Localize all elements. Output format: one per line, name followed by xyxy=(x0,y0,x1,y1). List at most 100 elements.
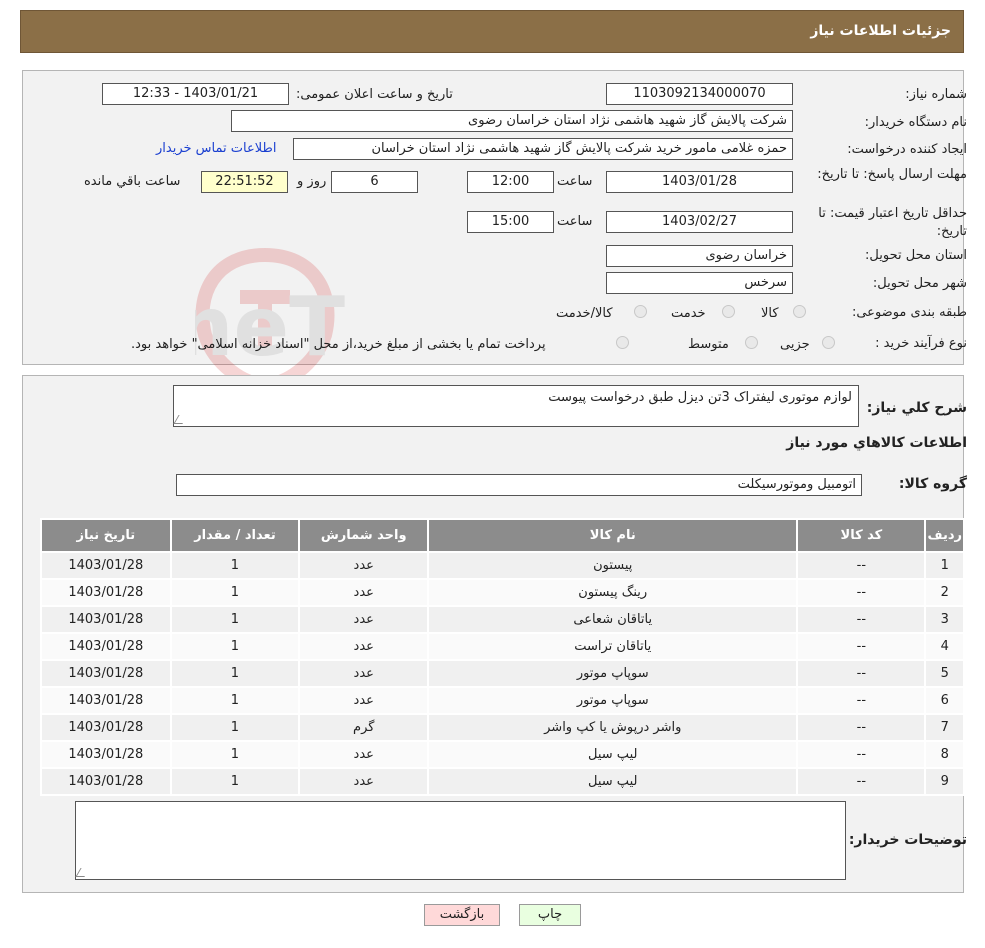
cell-code: -- xyxy=(796,605,927,634)
cell-row: 6 xyxy=(924,686,965,715)
price-date-field: 1403/02/27 xyxy=(606,211,793,233)
process-option-minor: جزیی xyxy=(780,337,810,352)
cell-code: -- xyxy=(796,551,927,580)
table-row: 7 -- واشر درپوش یا کپ واشر گرم 1 1403/01… xyxy=(40,713,965,742)
buyer-org-field: شرکت پالایش گاز شهید هاشمی نژاد استان خر… xyxy=(231,110,793,132)
process-radio-medium[interactable] xyxy=(745,336,758,349)
cell-row: 7 xyxy=(924,713,965,742)
col-date-header: تاریخ نیاز xyxy=(40,518,172,553)
back-button[interactable]: بازگشت xyxy=(424,904,500,926)
table-row: 5 -- سوپاپ موتور عدد 1 1403/01/28 xyxy=(40,659,965,688)
category-option-service: خدمت xyxy=(671,306,706,321)
cell-row: 5 xyxy=(924,659,965,688)
category-radio-service[interactable] xyxy=(722,305,735,318)
cell-qty: 1 xyxy=(169,740,301,769)
requester-field: حمزه غلامی مامور خرید شرکت پالایش گاز شه… xyxy=(293,138,793,160)
cell-name: پیستون xyxy=(427,551,799,580)
cell-row: 2 xyxy=(924,578,965,607)
cell-name: واشر درپوش یا کپ واشر xyxy=(427,713,799,742)
col-code-header: کد کالا xyxy=(796,518,927,553)
cell-date: 1403/01/28 xyxy=(40,740,172,769)
cell-row: 9 xyxy=(924,767,965,796)
col-row-header: ردیف xyxy=(924,518,965,553)
col-qty-header: تعداد / مقدار xyxy=(169,518,301,553)
buyer-org-label: نام دستگاه خریدار: xyxy=(864,115,967,130)
remaining-label: ساعت باقي مانده xyxy=(84,174,181,189)
cell-code: -- xyxy=(796,767,927,796)
summary-text: لوازم موتوری لیفتراک 3تن دیزل طبق درخواس… xyxy=(548,390,852,405)
table-header-row: ردیف کد کالا نام کالا واحد شمارش تعداد /… xyxy=(40,518,965,553)
category-radio-goods[interactable] xyxy=(793,305,806,318)
cell-name: سوپاپ موتور xyxy=(427,659,799,688)
table-row: 9 -- لیپ سیل عدد 1 1403/01/28 xyxy=(40,767,965,796)
cell-code: -- xyxy=(796,632,927,661)
page-title: جزئیات اطلاعات نیاز xyxy=(810,23,951,39)
cell-qty: 1 xyxy=(169,659,301,688)
cell-code: -- xyxy=(796,713,927,742)
summary-textarea[interactable]: لوازم موتوری لیفتراک 3تن دیزل طبق درخواس… xyxy=(173,385,859,427)
print-button[interactable]: چاپ xyxy=(519,904,581,926)
remaining-time-field: 22:51:52 xyxy=(201,171,288,193)
process-radio-minor[interactable] xyxy=(822,336,835,349)
cell-qty: 1 xyxy=(169,767,301,796)
reply-deadline-label: مهلت ارسال پاسخ: تا تاریخ: xyxy=(817,167,967,182)
cell-row: 3 xyxy=(924,605,965,634)
cell-unit: عدد xyxy=(298,632,430,661)
province-field: خراسان رضوی xyxy=(606,245,793,267)
category-label: طبقه بندی موضوعی: xyxy=(851,305,967,320)
table-row: 8 -- لیپ سیل عدد 1 1403/01/28 xyxy=(40,740,965,769)
cell-unit: عدد xyxy=(298,551,430,580)
page-header: جزئیات اطلاعات نیاز xyxy=(20,10,964,53)
cell-unit: عدد xyxy=(298,659,430,688)
table-row: 2 -- رینگ پیستون عدد 1 1403/01/28 xyxy=(40,578,965,607)
cell-code: -- xyxy=(796,686,927,715)
cell-qty: 1 xyxy=(169,578,301,607)
cell-name: سوپاپ موتور xyxy=(427,686,799,715)
treasury-checkbox[interactable] xyxy=(616,336,629,349)
cell-date: 1403/01/28 xyxy=(40,767,172,796)
resize-grip-icon xyxy=(173,415,188,424)
cell-unit: عدد xyxy=(298,767,430,796)
table-row: 4 -- یاتاقان تراست عدد 1 1403/01/28 xyxy=(40,632,965,661)
cell-code: -- xyxy=(796,659,927,688)
cell-name: یاتاقان شعاعی xyxy=(427,605,799,634)
cell-code: -- xyxy=(796,578,927,607)
cell-qty: 1 xyxy=(169,605,301,634)
col-name-header: نام کالا xyxy=(427,518,799,553)
cell-row: 4 xyxy=(924,632,965,661)
category-radio-goods-service[interactable] xyxy=(634,305,647,318)
need-number-label: شماره نیاز: xyxy=(905,87,967,102)
reply-time-field: 12:00 xyxy=(467,171,554,193)
table-row: 6 -- سوپاپ موتور عدد 1 1403/01/28 xyxy=(40,686,965,715)
group-label: گروه کالا: xyxy=(898,476,967,492)
group-field: اتومبیل وموتورسیکلت xyxy=(176,474,862,496)
price-time-field: 15:00 xyxy=(467,211,554,233)
buyer-notes-textarea[interactable] xyxy=(75,801,846,880)
cell-qty: 1 xyxy=(169,686,301,715)
city-label: شهر محل تحویل: xyxy=(872,276,967,291)
items-table: ردیف کد کالا نام کالا واحد شمارش تعداد /… xyxy=(40,518,965,796)
process-option-medium: متوسط xyxy=(688,337,729,352)
category-option-goods: کالا xyxy=(761,306,779,321)
price-validity-label: حداقل تاریخ اعتبار قیمت: تا تاریخ: xyxy=(818,206,967,239)
cell-qty: 1 xyxy=(169,632,301,661)
buyer-contact-link[interactable]: اطلاعات تماس خریدار xyxy=(156,141,276,156)
cell-date: 1403/01/28 xyxy=(40,605,172,634)
cell-row: 8 xyxy=(924,740,965,769)
cell-date: 1403/01/28 xyxy=(40,686,172,715)
cell-name: رینگ پیستون xyxy=(427,578,799,607)
cell-name: لیپ سیل xyxy=(427,767,799,796)
items-title: اطلاعات کالاهاي مورد نياز xyxy=(786,435,967,451)
days-field: 6 xyxy=(331,171,418,193)
reply-time-label: ساعت xyxy=(557,174,593,189)
summary-label: شرح کلي نياز: xyxy=(866,400,967,416)
cell-unit: عدد xyxy=(298,686,430,715)
cell-code: -- xyxy=(796,740,927,769)
cell-date: 1403/01/28 xyxy=(40,578,172,607)
cell-date: 1403/01/28 xyxy=(40,632,172,661)
buyer-notes-label: توضیحات خریدار: xyxy=(848,832,967,848)
announce-label: تاریخ و ساعت اعلان عمومی: xyxy=(296,87,453,102)
cell-row: 1 xyxy=(924,551,965,580)
cell-qty: 1 xyxy=(169,551,301,580)
cell-date: 1403/01/28 xyxy=(40,551,172,580)
